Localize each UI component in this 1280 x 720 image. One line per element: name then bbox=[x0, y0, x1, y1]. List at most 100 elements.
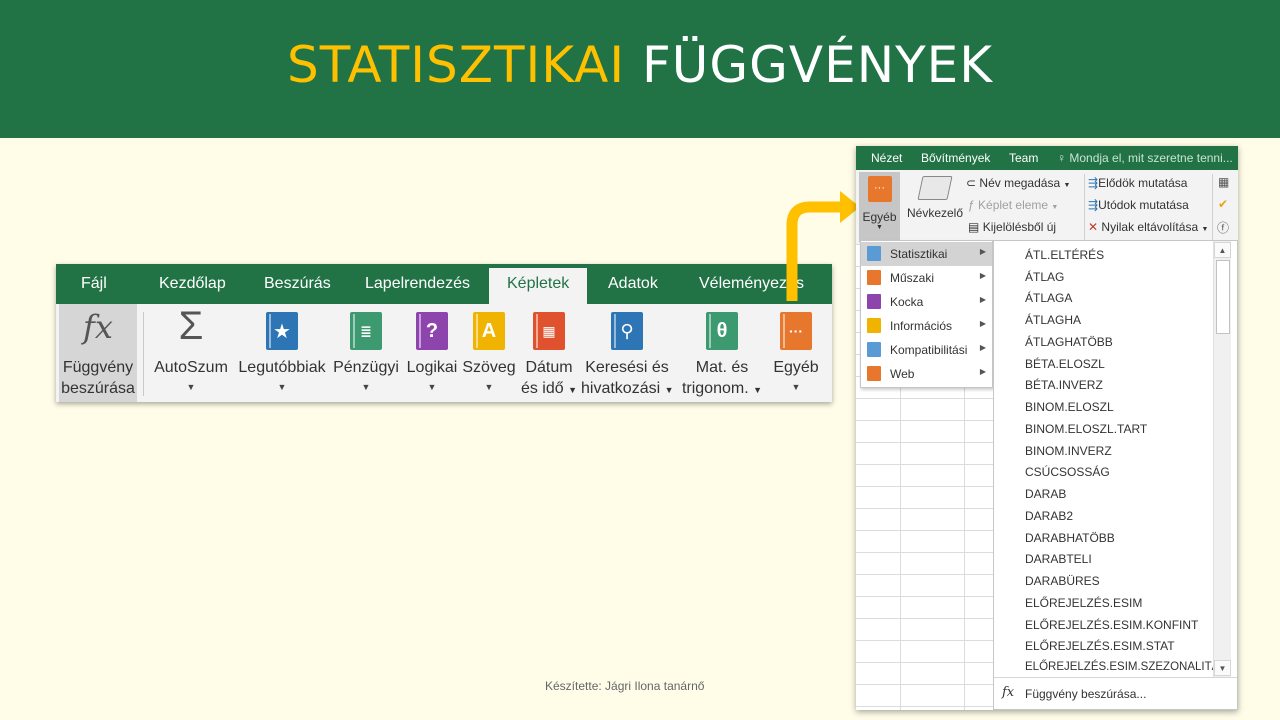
create-from-selection-button[interactable]: ▤ Kijelölésből új bbox=[968, 220, 1056, 234]
remove-arrows-label: Nyilak eltávolítása bbox=[1101, 220, 1199, 234]
tab-addins[interactable]: Bővítmények bbox=[921, 151, 990, 165]
tab-file[interactable]: Fájl bbox=[81, 275, 107, 293]
coins-book-icon: ≣ bbox=[350, 312, 382, 350]
tell-me-box[interactable]: ♀ Mondja el, mit szeretne tenni... bbox=[1057, 151, 1233, 165]
math-label-1: Mat. és bbox=[695, 359, 749, 376]
lightbulb-icon: ♀ bbox=[1057, 151, 1066, 165]
info-book-icon bbox=[867, 318, 881, 333]
show-formulas-icon[interactable]: ▦ bbox=[1218, 175, 1229, 189]
function-item[interactable]: ÁTLAG bbox=[1025, 270, 1064, 284]
grid-icon: ▤ bbox=[968, 220, 980, 234]
menu-item-information[interactable]: Információs ▶ bbox=[861, 314, 992, 338]
function-item[interactable]: DARABHATÖBB bbox=[1025, 531, 1115, 545]
tab-formulas[interactable]: Képletek bbox=[489, 268, 588, 304]
function-list-scrollbar[interactable]: ▲ ▼ bbox=[1213, 241, 1231, 677]
name-manager-button[interactable]: Névkezelő bbox=[906, 176, 964, 220]
define-name-button[interactable]: ⊂ Név megadása ▼ bbox=[966, 176, 1070, 190]
function-item[interactable]: ELŐREJELZÉS.ESIM.KONFINT bbox=[1025, 618, 1198, 632]
fx-small-icon: ƒ bbox=[968, 198, 975, 212]
scroll-up-icon[interactable]: ▲ bbox=[1214, 242, 1231, 258]
lookup-label-1: Keresési és bbox=[585, 359, 669, 376]
date-time-button[interactable]: ▦ Dátum és idő ▼ bbox=[519, 304, 579, 402]
chevron-right-icon: ▶ bbox=[979, 367, 986, 376]
date-time-label-2: és idő ▼ bbox=[519, 378, 579, 401]
tab-home[interactable]: Kezdőlap bbox=[159, 275, 226, 293]
function-item[interactable]: ELŐREJELZÉS.ESIM bbox=[1025, 596, 1142, 610]
tab-data[interactable]: Adatok bbox=[608, 275, 658, 293]
function-item[interactable]: DARAB2 bbox=[1025, 509, 1073, 523]
engineering-book-icon bbox=[867, 270, 881, 285]
error-checking-icon[interactable]: ✔ bbox=[1218, 197, 1228, 211]
insert-function-button[interactable]: fx Függvény beszúrása bbox=[59, 304, 137, 402]
autosum-button[interactable]: Σ AutoSzum ▼ bbox=[150, 304, 232, 402]
tab-insert[interactable]: Beszúrás bbox=[264, 275, 331, 293]
chevron-down-icon: ▼ bbox=[568, 385, 578, 395]
trace-precedents-button[interactable]: ⇶Elődök mutatása bbox=[1088, 176, 1187, 190]
menu-item-label: Kocka bbox=[890, 295, 924, 309]
function-item[interactable]: BÉTA.INVERZ bbox=[1025, 378, 1103, 392]
tell-me-text: Mondja el, mit szeretne tenni... bbox=[1069, 151, 1233, 165]
author-credit: Készítette: Jágri Ilona tanárnő bbox=[545, 679, 705, 693]
statistical-functions-list: ÁTL.ELTÉRÉS ÁTLAG ÁTLAGA ÁTLAGHA ÁTLAGHA… bbox=[993, 240, 1238, 710]
recently-used-button[interactable]: ★ Legutóbbiak ▼ bbox=[234, 304, 330, 402]
chevron-down-icon: ▼ bbox=[753, 385, 763, 395]
tab-page-layout[interactable]: Lapelrendezés bbox=[365, 275, 470, 293]
use-in-formula-button[interactable]: ƒ Képlet eleme ▼ bbox=[968, 198, 1058, 212]
menu-item-compatibility[interactable]: Kompatibilitási ▶ bbox=[861, 338, 992, 362]
menu-item-statistical[interactable]: Statisztikai ▶ bbox=[861, 242, 992, 266]
insert-function-label-1: Függvény bbox=[62, 359, 134, 376]
text-button[interactable]: A Szöveg ▼ bbox=[461, 304, 517, 402]
chevron-down-icon: ▼ bbox=[1201, 226, 1209, 233]
text-book-icon: A bbox=[473, 312, 505, 350]
scrollbar-thumb[interactable] bbox=[1216, 260, 1230, 334]
function-item[interactable]: ÁTLAGA bbox=[1025, 291, 1072, 305]
name-tag-icon bbox=[917, 176, 953, 200]
chevron-down-icon: ▼ bbox=[876, 224, 883, 231]
more-functions-button[interactable]: ··· Egyéb ▼ bbox=[859, 172, 900, 242]
trace-precedents-label: Elődök mutatása bbox=[1098, 176, 1188, 190]
menu-item-engineering[interactable]: Műszaki ▶ bbox=[861, 266, 992, 290]
tab-team[interactable]: Team bbox=[1009, 151, 1038, 165]
chevron-down-icon: ▼ bbox=[186, 382, 196, 392]
function-item[interactable]: BÉTA.ELOSZL bbox=[1025, 357, 1105, 371]
function-item[interactable]: ÁTLAGHA bbox=[1025, 313, 1081, 327]
recently-used-label: Legutóbbiak bbox=[238, 359, 326, 376]
menu-item-web[interactable]: Web ▶ bbox=[861, 362, 992, 386]
more-book-icon: ··· bbox=[780, 312, 812, 350]
evaluate-formula-icon[interactable]: ⓕ bbox=[1217, 219, 1229, 236]
tab-view[interactable]: Nézet bbox=[871, 151, 902, 165]
remove-arrows-button[interactable]: ✕ Nyilak eltávolítása ▼ bbox=[1088, 220, 1208, 234]
math-trig-button[interactable]: θ Mat. és trigonom. ▼ bbox=[676, 304, 768, 402]
ribbon-tab-bar: Fájl Kezdőlap Beszúrás Lapelrendezés Kép… bbox=[56, 264, 832, 304]
financial-button[interactable]: ≣ Pénzügyi ▼ bbox=[331, 304, 401, 402]
lookup-reference-button[interactable]: ⚲ Keresési és hivatkozási ▼ bbox=[581, 304, 674, 402]
function-item[interactable]: DARABTELI bbox=[1025, 552, 1092, 566]
name-manager-label: Névkezelő bbox=[906, 206, 964, 220]
function-item[interactable]: BINOM.ELOSZL.TART bbox=[1025, 422, 1147, 436]
web-globe-icon bbox=[867, 366, 881, 381]
function-item[interactable]: ELŐREJELZÉS.ESIM.SZEZONALITÁS bbox=[1025, 661, 1227, 673]
autosum-label: AutoSzum bbox=[154, 359, 228, 376]
logical-button[interactable]: ? Logikai ▼ bbox=[403, 304, 461, 402]
function-item[interactable]: ÁTL.ELTÉRÉS bbox=[1025, 248, 1104, 262]
function-item[interactable]: DARABÜRES bbox=[1025, 574, 1100, 588]
function-item[interactable]: DARAB bbox=[1025, 487, 1066, 501]
menu-item-label: Műszaki bbox=[890, 271, 935, 285]
compatibility-icon bbox=[867, 342, 881, 357]
trace-dependents-button[interactable]: ⇶Utódok mutatása bbox=[1088, 198, 1189, 212]
scroll-down-icon[interactable]: ▼ bbox=[1214, 660, 1231, 676]
menu-item-label: Statisztikai bbox=[890, 247, 948, 261]
chevron-down-icon: ▼ bbox=[277, 382, 287, 392]
function-item[interactable]: ÁTLAGHATÖBB bbox=[1025, 335, 1113, 349]
insert-function-menu-label: Függvény beszúrása... bbox=[1025, 687, 1147, 701]
menu-item-cube[interactable]: Kocka ▶ bbox=[861, 290, 992, 314]
function-item[interactable]: CSÚCSOSSÁG bbox=[1025, 465, 1110, 479]
formulas-ribbon: Fájl Kezdőlap Beszúrás Lapelrendezés Kép… bbox=[56, 264, 832, 402]
function-item[interactable]: ELŐREJELZÉS.ESIM.STAT bbox=[1025, 639, 1175, 653]
function-item[interactable]: BINOM.ELOSZL bbox=[1025, 400, 1114, 414]
logical-label: Logikai bbox=[406, 359, 458, 376]
more-functions-button[interactable]: ··· Egyéb ▼ bbox=[768, 304, 824, 402]
insert-function-menu-item[interactable]: fx Függvény beszúrása... bbox=[994, 677, 1237, 710]
lookup-label-2: hivatkozási ▼ bbox=[581, 378, 674, 401]
function-item[interactable]: BINOM.INVERZ bbox=[1025, 444, 1112, 458]
